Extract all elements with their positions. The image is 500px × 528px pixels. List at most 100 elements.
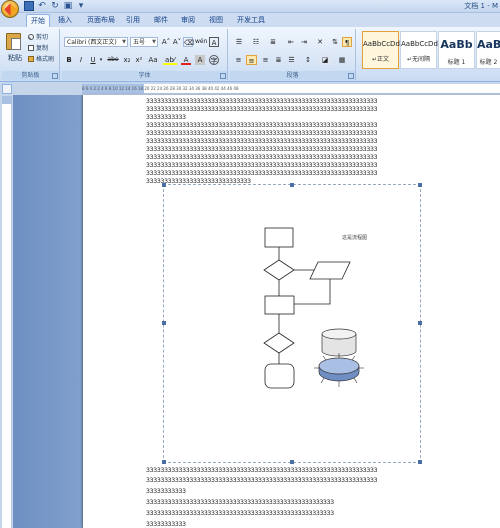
- justify-icon[interactable]: ≣: [273, 55, 284, 65]
- italic-button[interactable]: I: [77, 55, 85, 65]
- text-line[interactable]: 3333333333333333333333333333333333333333…: [146, 466, 377, 474]
- paste-icon[interactable]: [6, 33, 21, 50]
- tab-page-layout[interactable]: 页面布局: [83, 14, 119, 27]
- font-launcher-icon[interactable]: [220, 73, 226, 79]
- tab-home[interactable]: 开始: [26, 14, 50, 27]
- char-border-button[interactable]: A: [209, 37, 219, 47]
- style-sample: AaBb: [477, 38, 500, 51]
- superscript-button[interactable]: x²: [134, 55, 144, 65]
- text-line[interactable]: 3333333333333333333333333333333333333333…: [146, 97, 377, 105]
- underline-button[interactable]: U: [89, 55, 97, 65]
- style-sample: AaBbCcDd: [401, 40, 438, 48]
- strikethrough-button[interactable]: abe: [106, 55, 120, 65]
- text-line[interactable]: 3333333333333333333333333333333333333333…: [146, 476, 377, 484]
- underline-dropdown-icon[interactable]: ▾: [98, 55, 104, 65]
- text-line[interactable]: 33333333333: [146, 487, 186, 495]
- clear-format-button[interactable]: ⌫: [183, 37, 194, 47]
- increase-indent-icon[interactable]: ⇥: [299, 37, 309, 47]
- process-box: [264, 227, 294, 248]
- enclose-char-button[interactable]: 字: [209, 55, 219, 65]
- text-line[interactable]: 3333333333333333333333333333333333333333…: [146, 105, 377, 113]
- save-icon[interactable]: [24, 1, 34, 11]
- font-group-label: 字体: [62, 71, 227, 80]
- sort-icon[interactable]: ⇅: [330, 37, 340, 47]
- undo-icon[interactable]: ↶: [37, 1, 47, 11]
- paste-button[interactable]: 粘贴: [8, 53, 22, 63]
- multilevel-list-icon[interactable]: ≣: [267, 37, 279, 47]
- terminator-shape: [264, 363, 295, 389]
- horizontal-ruler[interactable]: 8 6 4 2 2 4 6 8 10 12 14 16 18 20 22 24 …: [82, 84, 500, 94]
- data-parallelogram: [309, 261, 351, 280]
- tab-developer[interactable]: 开发工具: [233, 14, 269, 27]
- align-right-icon[interactable]: ≡: [260, 55, 271, 65]
- clipboard-launcher-icon[interactable]: [52, 73, 58, 79]
- numbering-icon[interactable]: ☷: [250, 37, 262, 47]
- ruler-tab-selector[interactable]: [2, 84, 12, 94]
- font-name-select[interactable]: Calibri (西文正文) ▼: [64, 37, 128, 47]
- tab-view[interactable]: 视图: [205, 14, 227, 27]
- decrease-indent-icon[interactable]: ⇤: [286, 37, 296, 47]
- text-line[interactable]: 3333333333333333333333333333333333333333…: [146, 121, 377, 129]
- chinese-layout-icon[interactable]: ✕: [314, 37, 326, 47]
- text-line[interactable]: 3333333333333333333333333333333333333333…: [146, 509, 334, 517]
- tab-mailings[interactable]: 邮件: [150, 14, 172, 27]
- print-preview-icon[interactable]: ▣: [63, 1, 73, 11]
- text-line[interactable]: 33333333333: [146, 520, 186, 528]
- font-name-value: Calibri (西文正文): [67, 39, 117, 46]
- char-shading-button[interactable]: A: [195, 55, 205, 65]
- tab-review[interactable]: 审阅: [177, 14, 199, 27]
- tab-references[interactable]: 引用: [122, 14, 144, 27]
- style-name: ↵正文: [371, 56, 390, 63]
- decision-diamond: [263, 332, 295, 354]
- vertical-ruler[interactable]: [2, 96, 12, 528]
- subscript-button[interactable]: x₂: [122, 55, 132, 65]
- text-line[interactable]: 3333333333333333333333333333333333333333…: [146, 169, 377, 177]
- align-center-icon[interactable]: ≡: [246, 55, 257, 65]
- text-line[interactable]: 3333333333333333333333333333333333333333…: [146, 498, 334, 506]
- copy-label: 复制: [36, 45, 49, 52]
- style-normal[interactable]: AaBbCcDd ↵正文: [362, 31, 400, 69]
- text-line[interactable]: 33333333333: [146, 113, 186, 121]
- copy-icon: [28, 45, 34, 51]
- shading-icon[interactable]: ◪: [318, 55, 332, 65]
- font-color-button[interactable]: A: [181, 55, 191, 65]
- redo-icon[interactable]: ↻: [50, 1, 60, 11]
- align-left-icon[interactable]: ≡: [233, 55, 244, 65]
- text-line[interactable]: 3333333333333333333333333333333333333333…: [146, 153, 377, 161]
- cut-label: 剪切: [36, 34, 49, 41]
- format-painter-label: 格式刷: [36, 56, 55, 63]
- text-line[interactable]: 3333333333333333333333333333333333333333…: [146, 129, 377, 137]
- change-case-button[interactable]: Aa: [147, 55, 159, 65]
- office-button[interactable]: [1, 0, 19, 18]
- style-heading-2[interactable]: AaBb 标题 2: [476, 31, 500, 69]
- scissors-icon: [28, 34, 34, 40]
- drawing-canvas[interactable]: 这是流程图: [162, 183, 422, 464]
- tab-insert[interactable]: 插入: [54, 14, 76, 27]
- text-line[interactable]: 3333333333333333333333333333333333333333…: [146, 161, 377, 169]
- bold-button[interactable]: B: [65, 55, 73, 65]
- connector-line: [294, 278, 331, 305]
- highlight-button[interactable]: ab⁄: [163, 55, 177, 65]
- text-line[interactable]: 3333333333333333333333333333333333333333…: [146, 145, 377, 153]
- shrink-font-button[interactable]: A˅: [172, 37, 182, 47]
- document-page[interactable]: 3333333333333333333333333333333333333333…: [83, 95, 500, 528]
- cut-button[interactable]: 剪切: [28, 32, 48, 41]
- flowchart: [263, 227, 364, 389]
- borders-icon[interactable]: ▦: [335, 55, 349, 65]
- copy-button[interactable]: 复制: [28, 43, 48, 52]
- text-line[interactable]: 3333333333333333333333333333333333333333…: [146, 137, 377, 145]
- grow-font-button[interactable]: A˄: [161, 37, 171, 47]
- show-marks-icon[interactable]: ¶: [342, 37, 352, 47]
- line-spacing-icon[interactable]: ↕: [302, 55, 314, 65]
- style-heading-1[interactable]: AaBb 标题 1: [438, 31, 475, 69]
- style-no-spacing[interactable]: AaBbCcDd ↵无间隔: [400, 31, 438, 69]
- phonetic-guide-button[interactable]: wén: [195, 37, 207, 47]
- bullets-icon[interactable]: ☰: [233, 37, 245, 47]
- customize-qat-icon[interactable]: ▾: [76, 1, 86, 11]
- font-size-select[interactable]: 五号 ▼: [130, 37, 158, 47]
- window-title: 文档 1 - M: [464, 2, 498, 10]
- format-painter-button[interactable]: 格式刷: [28, 54, 54, 63]
- distributed-icon[interactable]: ☰: [286, 55, 297, 65]
- paragraph-launcher-icon[interactable]: [348, 73, 354, 79]
- brush-icon: [28, 56, 34, 62]
